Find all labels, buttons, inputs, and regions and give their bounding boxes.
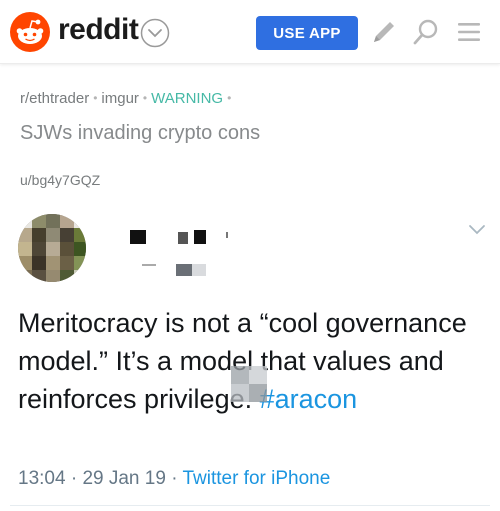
post-meta: r/ethtrader • imgur • WARNING • [20, 90, 235, 107]
separator-dot: • [142, 91, 148, 105]
tweet-source-link[interactable]: Twitter for iPhone [182, 468, 330, 489]
post-author[interactable]: u/bg4y7GQZ [20, 172, 100, 188]
separator-dot: · [70, 468, 78, 489]
tweet-time[interactable]: 13:04 [18, 468, 66, 489]
chevron-down-icon[interactable] [140, 18, 170, 48]
avatar [18, 214, 86, 282]
post-title[interactable]: SJWs invading crypto cons [20, 122, 260, 145]
redaction-block [231, 366, 267, 402]
use-app-button[interactable]: USE APP [256, 16, 358, 50]
subreddit-link[interactable]: r/ethtrader [20, 90, 89, 107]
post-flair: WARNING [151, 90, 224, 107]
separator-dot: · [171, 468, 178, 489]
redacted-name [130, 230, 280, 280]
tweet-footer: 13:04 · 29 Jan 19 · Twitter for iPhone [18, 468, 330, 490]
top-header: reddit USE APP [0, 0, 500, 64]
separator-dot: • [227, 91, 232, 105]
divider [10, 505, 490, 506]
tweet-date[interactable]: 29 Jan 19 [82, 468, 165, 489]
hashtag-link[interactable]: #aracon [260, 384, 358, 414]
chevron-down-icon[interactable] [468, 224, 486, 236]
reddit-logo-icon[interactable] [10, 12, 50, 52]
pencil-icon[interactable] [370, 18, 398, 46]
hamburger-menu-icon[interactable] [455, 18, 483, 46]
post-domain[interactable]: imgur [101, 90, 139, 107]
separator-dot: • [93, 91, 98, 105]
search-icon[interactable] [412, 18, 440, 46]
app-name[interactable]: reddit [58, 13, 139, 47]
